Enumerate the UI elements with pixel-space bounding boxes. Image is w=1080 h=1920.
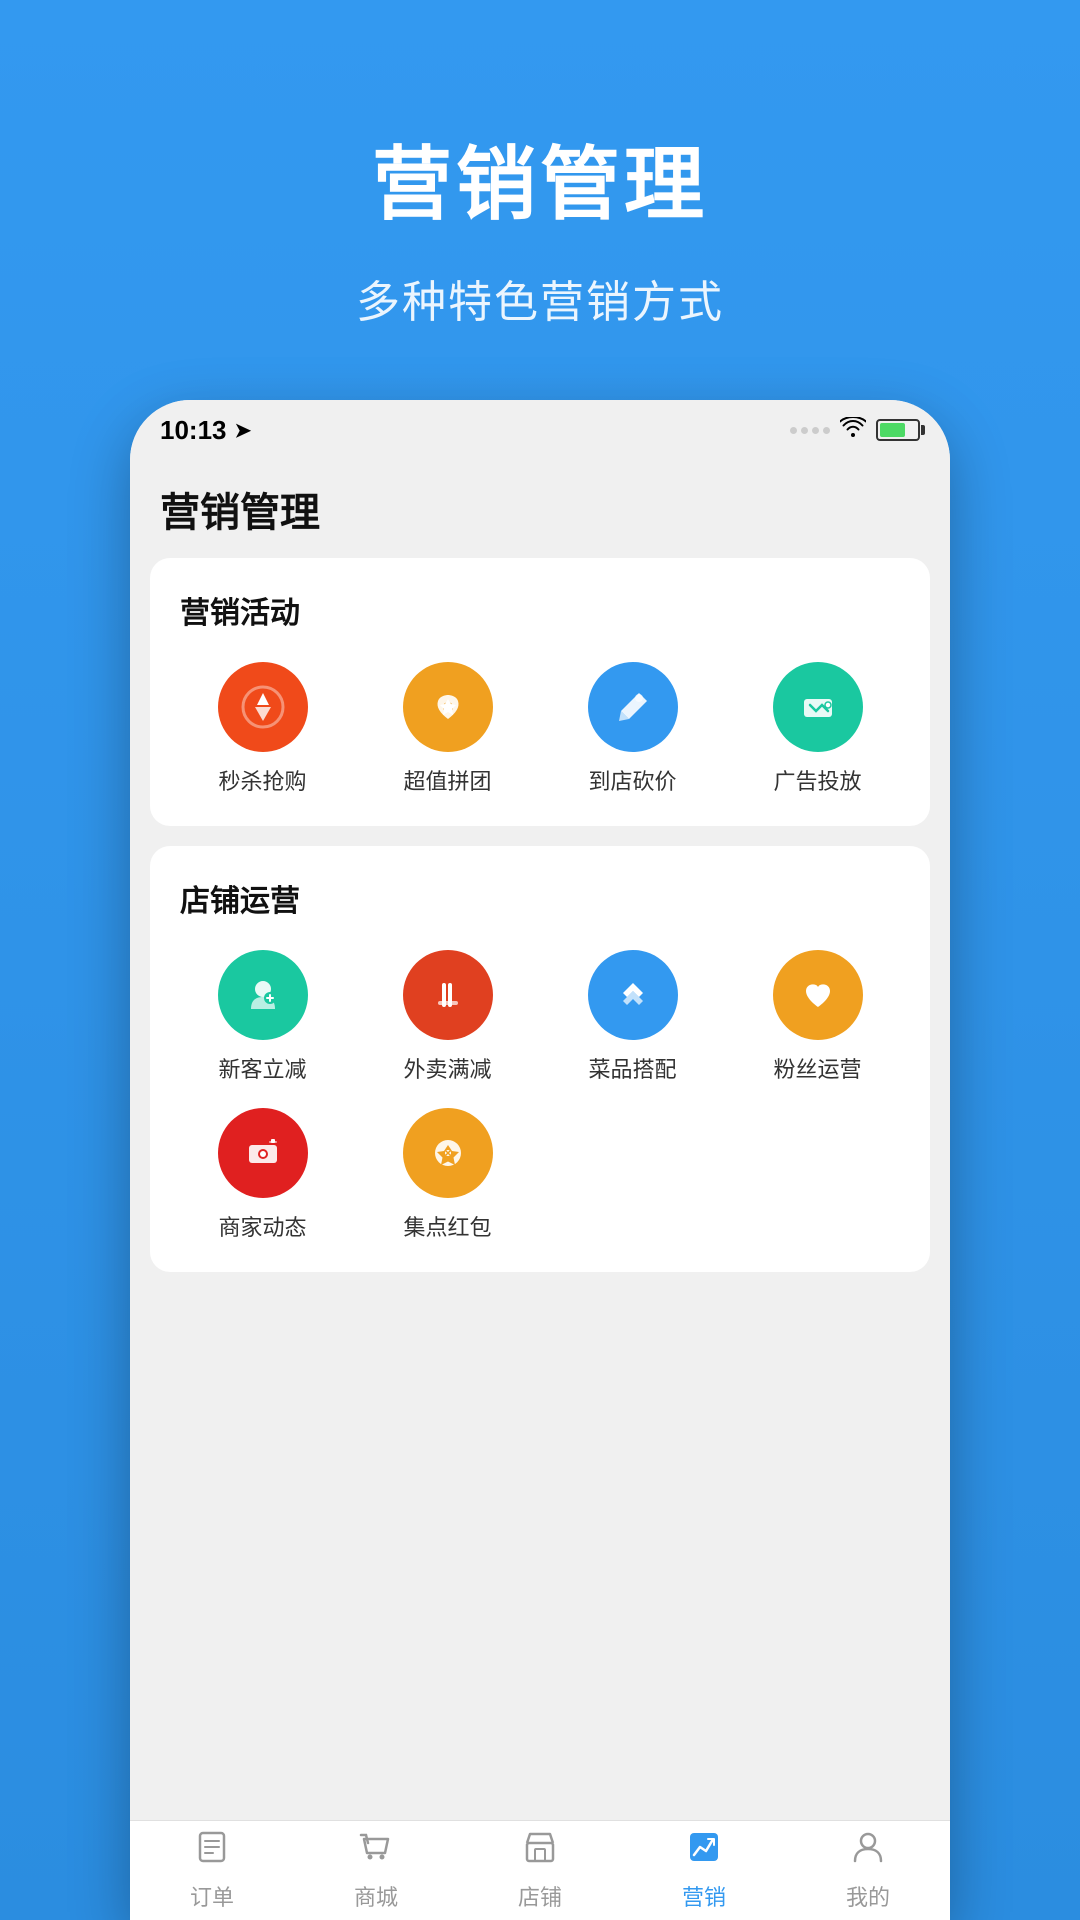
marketing-activities-title: 营销活动 — [180, 588, 900, 632]
merchant-label: 商家动态 — [218, 1210, 306, 1242]
nav-orders-label: 订单 — [190, 1880, 234, 1912]
seckill-item[interactable]: 秒杀抢购 — [180, 662, 345, 796]
location-arrow-icon: ➤ — [235, 418, 252, 443]
dish-label: 菜品搭配 — [588, 1052, 676, 1084]
redpacket-item[interactable]: 集点红包 — [365, 1108, 530, 1242]
mall-icon — [358, 1829, 394, 1874]
fans-icon-bg — [773, 950, 863, 1040]
merchant-icon-bg — [218, 1108, 308, 1198]
delivery-item[interactable]: 外卖满减 — [365, 950, 530, 1084]
nav-mall[interactable]: 商城 — [316, 1829, 436, 1912]
ads-label: 广告投放 — [773, 764, 861, 796]
choprice-icon-bg — [588, 662, 678, 752]
dish-icon-bg — [588, 950, 678, 1040]
store-icon — [522, 1829, 558, 1874]
delivery-label: 外卖满减 — [403, 1052, 491, 1084]
shop-operations-title: 店铺运营 — [180, 876, 900, 920]
shop-ops-row2: 商家动态 集点红包 — [180, 1108, 900, 1242]
shop-operations-card: 店铺运营 新客立减 — [150, 846, 930, 1272]
nav-store[interactable]: 店铺 — [480, 1829, 600, 1912]
hero-section: 营销管理 多种特色营销方式 — [0, 120, 1080, 330]
seckill-icon-bg — [218, 662, 308, 752]
choprice-label: 到店砍价 — [588, 764, 676, 796]
nav-store-label: 店铺 — [518, 1880, 562, 1912]
newcustomer-item[interactable]: 新客立减 — [180, 950, 345, 1084]
status-bar: 10:13 ➤ — [130, 400, 950, 460]
ads-icon-bg — [773, 662, 863, 752]
nav-marketing-label: 营销 — [682, 1880, 726, 1912]
group-item[interactable]: 超值拼团 — [365, 662, 530, 796]
newcustomer-label: 新客立减 — [218, 1052, 306, 1084]
shop-ops-row1: 新客立减 外卖满减 — [180, 950, 900, 1084]
redpacket-label: 集点红包 — [403, 1210, 491, 1242]
nav-mall-label: 商城 — [354, 1880, 398, 1912]
hero-subtitle: 多种特色营销方式 — [0, 266, 1080, 330]
group-label: 超值拼团 — [403, 764, 491, 796]
mine-icon — [850, 1829, 886, 1874]
group-icon-bg — [403, 662, 493, 752]
merchant-item[interactable]: 商家动态 — [180, 1108, 345, 1242]
app-content: 营销管理 营销活动 秒杀抢购 — [130, 460, 950, 1820]
nav-marketing[interactable]: 营销 — [644, 1829, 764, 1912]
seckill-label: 秒杀抢购 — [218, 764, 306, 796]
wifi-icon — [840, 417, 866, 443]
empty-cell-2 — [735, 1108, 900, 1242]
status-time: 10:13 ➤ — [160, 415, 251, 446]
page-title: 营销管理 — [160, 480, 920, 538]
ads-item[interactable]: 广告投放 — [735, 662, 900, 796]
empty-cell-1 — [550, 1108, 715, 1242]
marketing-icon — [686, 1829, 722, 1874]
orders-icon — [194, 1829, 230, 1874]
delivery-icon-bg — [403, 950, 493, 1040]
fans-item[interactable]: 粉丝运营 — [735, 950, 900, 1084]
page-header: 营销管理 — [130, 460, 950, 558]
bottom-nav: 订单 商城 店铺 — [130, 1820, 950, 1920]
time-display: 10:13 — [160, 415, 227, 446]
choprice-item[interactable]: 到店砍价 — [550, 662, 715, 796]
nav-mine-label: 我的 — [846, 1880, 890, 1912]
phone-mockup: 10:13 ➤ 营销管理 — [130, 400, 950, 1920]
nav-mine[interactable]: 我的 — [808, 1829, 928, 1912]
newcustomer-icon-bg — [218, 950, 308, 1040]
battery-icon — [876, 419, 920, 441]
signal-icon — [790, 427, 830, 434]
redpacket-icon-bg — [403, 1108, 493, 1198]
marketing-activities-card: 营销活动 秒杀抢购 — [150, 558, 930, 826]
marketing-activities-grid: 秒杀抢购 超值拼团 — [180, 662, 900, 796]
nav-orders[interactable]: 订单 — [152, 1829, 272, 1912]
status-icons — [790, 417, 920, 443]
dish-item[interactable]: 菜品搭配 — [550, 950, 715, 1084]
hero-title: 营销管理 — [0, 120, 1080, 236]
fans-label: 粉丝运营 — [773, 1052, 861, 1084]
